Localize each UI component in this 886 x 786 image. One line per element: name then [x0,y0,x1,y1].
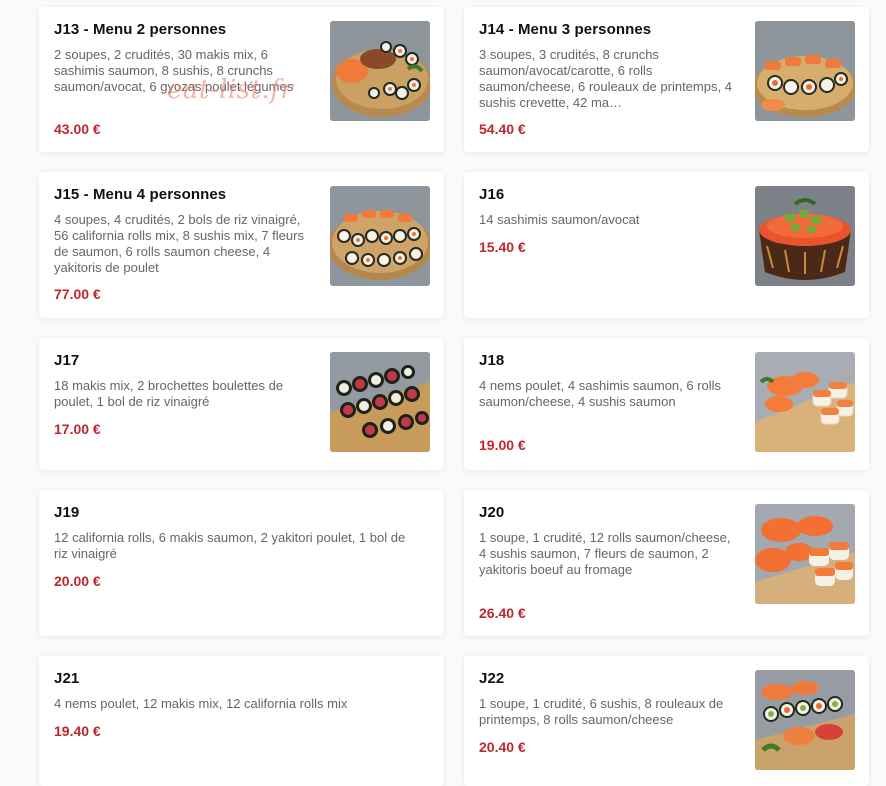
item-description: 4 nems poulet, 4 sashimis saumon, 6 roll… [479,378,722,409]
item-name: J16 [479,186,505,203]
sushi-platter-photo [330,21,430,121]
item-price: 43.00 € [54,121,101,137]
item-description: 4 nems poulet, 12 makis mix, 12 californ… [54,696,348,711]
menu-item-card-j20[interactable]: J20 1 soupe, 1 crudité, 12 rolls saumon/… [464,490,869,636]
item-price: 15.40 € [479,239,526,255]
item-description: 4 soupes, 4 crudités, 2 bols de riz vina… [54,212,304,275]
menu-item-card-j16[interactable]: J16 14 sashimis saumon/avocat 15.40 € [464,172,869,318]
item-name: J17 [54,352,80,369]
item-description: 14 sashimis saumon/avocat [479,212,640,227]
item-price: 54.40 € [479,121,526,137]
salmon-sushi-photo [755,504,855,604]
item-description: 2 soupes, 2 crudités, 30 makis mix, 6 sa… [54,47,294,94]
menu-item-card-j18[interactable]: J18 4 nems poulet, 4 sashimis saumon, 6 … [464,338,869,470]
menu-item-card-j21[interactable]: J21 4 nems poulet, 12 makis mix, 12 cali… [39,656,444,786]
menu-item-card-j17[interactable]: J17 18 makis mix, 2 brochettes boulettes… [39,338,444,470]
item-description: 18 makis mix, 2 brochettes boulettes de … [54,378,284,409]
item-price: 19.00 € [479,437,526,453]
item-name: J15 - Menu 4 personnes [54,186,227,203]
item-description: 12 california rolls, 6 makis saumon, 2 y… [54,530,406,561]
item-price: 19.40 € [54,723,101,739]
item-name: J20 [479,504,505,521]
sushi-platter-photo [755,670,855,770]
menu-grid: J13 - Menu 2 personnes 2 soupes, 2 crudi… [0,0,886,786]
item-price: 77.00 € [54,286,101,302]
item-name: J19 [54,504,80,521]
item-name: J18 [479,352,505,369]
item-description: 1 soupe, 1 crudité, 12 rolls saumon/chee… [479,530,731,577]
item-description: 3 soupes, 3 crudités, 8 crunchs saumon/a… [479,47,732,110]
item-price: 17.00 € [54,421,101,437]
chirashi-bowl-photo [755,186,855,286]
item-name: J21 [54,670,80,687]
item-name: J13 - Menu 2 personnes [54,21,227,38]
menu-item-card-j15[interactable]: J15 - Menu 4 personnes 4 soupes, 4 crudi… [39,172,444,318]
item-price: 20.40 € [479,739,526,755]
item-name: J14 - Menu 3 personnes [479,21,652,38]
salmon-sushi-photo [755,352,855,452]
sushi-platter-photo [755,21,855,121]
item-name: J22 [479,670,505,687]
item-price: 26.40 € [479,605,526,621]
menu-item-card-j19[interactable]: J19 12 california rolls, 6 makis saumon,… [39,490,444,636]
menu-item-card-j22[interactable]: J22 1 soupe, 1 crudité, 6 sushis, 8 roul… [464,656,869,786]
menu-item-card-j14[interactable]: J14 - Menu 3 personnes 3 soupes, 3 crudi… [464,7,869,152]
item-description: 1 soupe, 1 crudité, 6 sushis, 8 rouleaux… [479,696,724,727]
menu-item-card-j13[interactable]: J13 - Menu 2 personnes 2 soupes, 2 crudi… [39,7,444,152]
item-price: 20.00 € [54,573,101,589]
sushi-platter-photo [330,186,430,286]
maki-board-photo [330,352,430,452]
